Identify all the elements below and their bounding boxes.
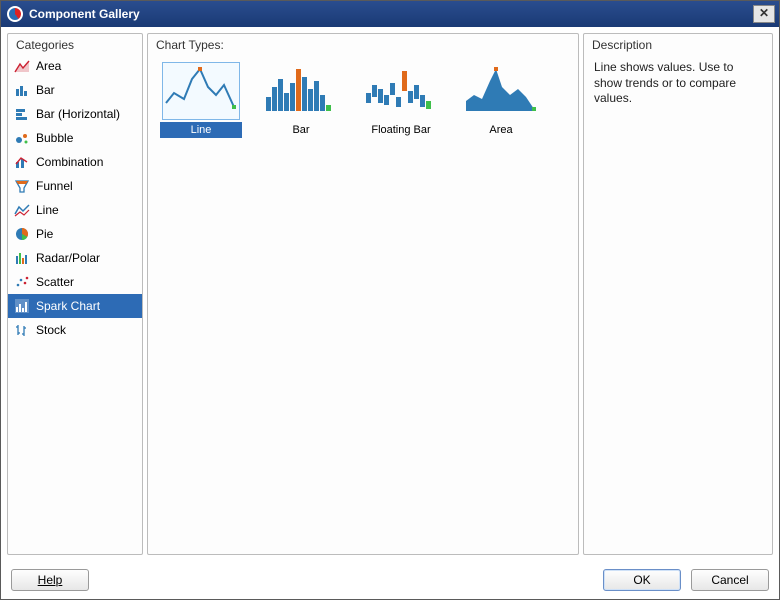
dialog-footer: Help OK Cancel — [1, 561, 779, 599]
category-item-bar[interactable]: Bar — [8, 78, 142, 102]
chart-type-label: Area — [460, 122, 542, 138]
ok-button[interactable]: OK — [603, 569, 681, 591]
category-label: Spark Chart — [36, 299, 100, 313]
category-label: Bar (Horizontal) — [36, 107, 120, 121]
app-icon — [7, 6, 23, 22]
description-text: Line shows values. Use to show trends or… — [584, 54, 772, 113]
category-item-funnel[interactable]: Funnel — [8, 174, 142, 198]
help-button[interactable]: Help — [11, 569, 89, 591]
category-label: Funnel — [36, 179, 73, 193]
category-item-pie[interactable]: Pie — [8, 222, 142, 246]
category-label: Area — [36, 59, 61, 73]
category-label: Pie — [36, 227, 53, 241]
category-label: Combination — [36, 155, 103, 169]
title-bar-title: Component Gallery — [7, 6, 753, 22]
category-label: Radar/Polar — [36, 251, 100, 265]
category-item-combination[interactable]: Combination — [8, 150, 142, 174]
chart-type-bar[interactable]: Bar — [260, 62, 342, 138]
category-item-line[interactable]: Line — [8, 198, 142, 222]
radar-chart-icon — [14, 250, 30, 266]
chart-types-grid: Line — [148, 54, 578, 146]
category-item-stock[interactable]: Stock — [8, 318, 142, 342]
title-bar: Component Gallery ✕ — [1, 1, 779, 27]
dialog-body: Categories Area Bar — [1, 27, 779, 561]
category-item-bar-horizontal[interactable]: Bar (Horizontal) — [8, 102, 142, 126]
category-item-spark-chart[interactable]: Spark Chart — [8, 294, 142, 318]
category-item-area[interactable]: Area — [8, 54, 142, 78]
chart-type-label: Floating Bar — [360, 122, 442, 138]
combination-chart-icon — [14, 154, 30, 170]
dialog-window: Component Gallery ✕ Categories Area — [0, 0, 780, 600]
category-item-bubble[interactable]: Bubble — [8, 126, 142, 150]
chart-type-line[interactable]: Line — [160, 62, 242, 138]
funnel-chart-icon — [14, 178, 30, 194]
scatter-chart-icon — [14, 274, 30, 290]
cancel-button[interactable]: Cancel — [691, 569, 769, 591]
window-title: Component Gallery — [29, 7, 140, 21]
area-chart-icon — [14, 58, 30, 74]
spark-bar-thumbnail-icon — [262, 62, 340, 120]
bar-horizontal-chart-icon — [14, 106, 30, 122]
pie-chart-icon — [14, 226, 30, 242]
description-panel: Description Line shows values. Use to sh… — [583, 33, 773, 555]
category-label: Line — [36, 203, 59, 217]
chart-type-label: Line — [160, 122, 242, 138]
bar-chart-icon — [14, 82, 30, 98]
line-chart-icon — [14, 202, 30, 218]
chart-types-panel: Chart Types: Line — [147, 33, 579, 555]
spark-line-thumbnail-icon — [162, 62, 240, 120]
categories-header: Categories — [8, 34, 142, 54]
category-item-radar[interactable]: Radar/Polar — [8, 246, 142, 270]
spark-floating-bar-thumbnail-icon — [362, 62, 440, 120]
chart-types-header: Chart Types: — [148, 34, 578, 54]
description-header: Description — [584, 34, 772, 54]
categories-panel: Categories Area Bar — [7, 33, 143, 555]
category-label: Stock — [36, 323, 66, 337]
category-item-scatter[interactable]: Scatter — [8, 270, 142, 294]
close-icon: ✕ — [759, 6, 769, 20]
chart-type-area[interactable]: Area — [460, 62, 542, 138]
spark-area-thumbnail-icon — [462, 62, 540, 120]
close-button[interactable]: ✕ — [753, 5, 775, 23]
chart-type-floating-bar[interactable]: Floating Bar — [360, 62, 442, 138]
categories-list: Area Bar Bar (Horizontal) — [8, 54, 142, 554]
stock-chart-icon — [14, 322, 30, 338]
chart-type-label: Bar — [260, 122, 342, 138]
category-label: Bar — [36, 83, 55, 97]
category-label: Bubble — [36, 131, 73, 145]
spark-chart-icon — [14, 298, 30, 314]
bubble-chart-icon — [14, 130, 30, 146]
category-label: Scatter — [36, 275, 74, 289]
